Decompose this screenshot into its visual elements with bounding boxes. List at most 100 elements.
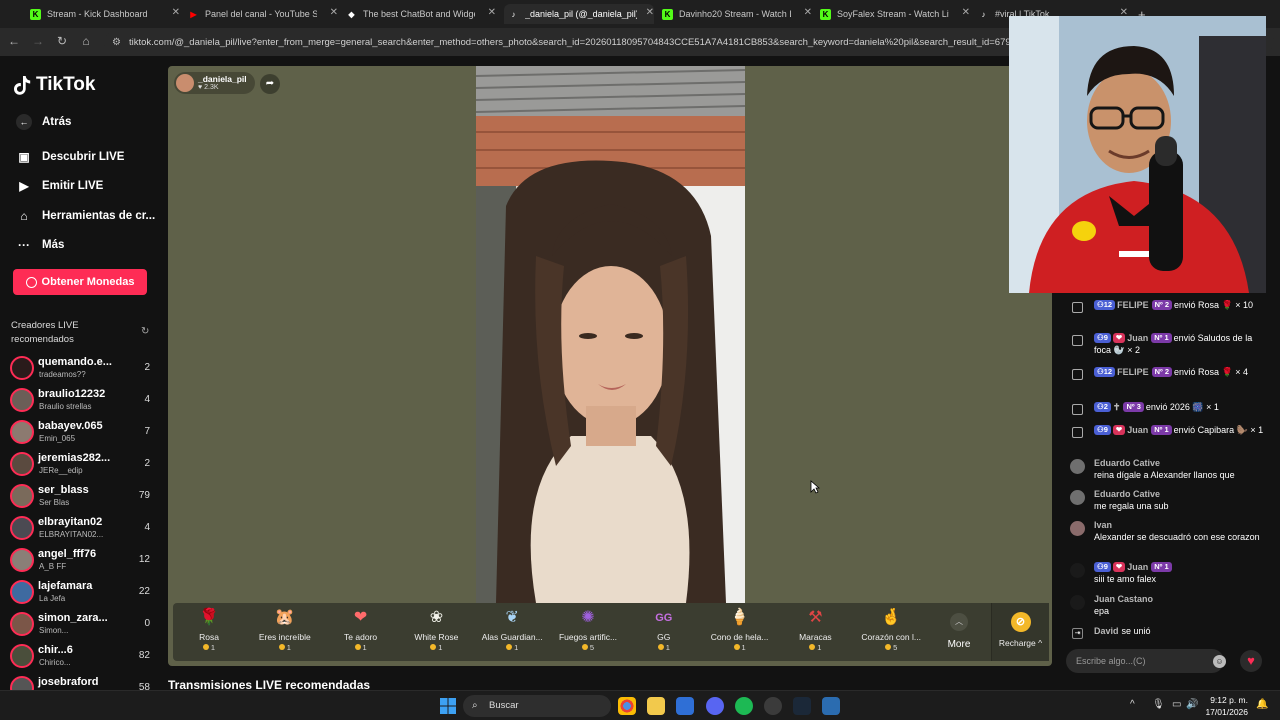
coin-icon (657, 644, 664, 650)
reload-icon[interactable]: ↻ (54, 34, 70, 48)
notifications-bell-icon[interactable]: 🔔 (1256, 699, 1268, 710)
chat-username[interactable]: Eduardo Cative (1094, 458, 1160, 468)
more-gifts-button[interactable]: ︿ More (941, 613, 977, 650)
refresh-icon[interactable]: ↻ (141, 326, 149, 337)
chat-username[interactable]: Eduardo Cative (1094, 489, 1160, 499)
gift-item[interactable]: ❤ Te adoro 1 (323, 607, 399, 652)
recommended-creator[interactable]: lajefamara La Jefa 22 (8, 578, 156, 608)
recommended-creator[interactable]: angel_fff76 A_B FF 12 (8, 546, 156, 576)
close-tab-icon[interactable]: ✕ (330, 7, 338, 18)
close-tab-icon[interactable]: ✕ (804, 7, 812, 18)
browser-tab[interactable]: ▶ Panel del canal - YouTube Studio ✕ (188, 4, 338, 24)
tiktok-logo[interactable]: TikTok (14, 74, 95, 96)
chrome-icon[interactable] (618, 697, 636, 715)
microphone-icon[interactable]: 🎙 (1152, 699, 1165, 710)
browser-tab[interactable]: K Stream - Kick Dashboard ✕ (30, 4, 180, 24)
gift-item[interactable]: ❦ Alas Guardian... 1 (474, 607, 550, 652)
gift-price: 1 (777, 643, 853, 652)
creator-stream-title: La Jefa (39, 594, 66, 603)
browser-tab[interactable]: ◆ The best ChatBot and Widgets ✕ (346, 4, 496, 24)
tiktok-icon: ♪ (981, 9, 986, 19)
gift-item[interactable]: 🤞 Corazón con l... 5 (853, 607, 929, 652)
gift-price: 1 (398, 643, 474, 652)
back-arrow-icon[interactable]: ← (6, 34, 22, 48)
kick-icon: K (30, 8, 41, 20)
recommended-creator[interactable]: simon_zara... Simon... 0 (8, 610, 156, 640)
live-video[interactable] (476, 66, 745, 603)
creator-viewer-count: 0 (144, 618, 150, 629)
recommended-creator[interactable]: jeremias282... JERe__edip 2 (8, 450, 156, 480)
gift-price: 1 (702, 643, 778, 652)
sidebar-nav-item[interactable]: ▶ Emitir LIVE (16, 179, 103, 193)
sidebar-nav-item[interactable]: ··· Más (16, 238, 64, 252)
chat-username[interactable]: ✝ (1113, 402, 1121, 412)
file-explorer-icon[interactable] (647, 697, 665, 715)
recommended-creator[interactable]: elbrayitan02 ELBRAYITAN02... 4 (8, 514, 156, 544)
chat-username[interactable]: FELIPE (1117, 367, 1149, 377)
chat-username[interactable]: Juan Castano (1094, 594, 1153, 604)
close-tab-icon[interactable]: ✕ (646, 7, 654, 18)
windows-start-icon[interactable] (440, 698, 456, 714)
taskbar-clock[interactable]: 9:12 p. m. 17/01/2026 (1196, 694, 1248, 718)
wings-icon: ❦ (505, 609, 519, 626)
heart-like-icon[interactable]: ♥ (1240, 650, 1262, 672)
recommended-creator[interactable]: josebraford 58 (8, 674, 156, 690)
forward-arrow-icon[interactable]: → (30, 34, 46, 48)
sidebar-nav-item[interactable]: ▣ Descubrir LIVE (16, 150, 124, 164)
home-icon[interactable]: ⌂ (78, 34, 94, 48)
gift-name: Cono de hela... (710, 632, 769, 642)
chat-input[interactable]: Escribe algo...(C) (1066, 649, 1224, 673)
gift-name: White Rose (414, 632, 459, 642)
chat-username[interactable]: Juan (1127, 333, 1148, 343)
taskbar-search-box[interactable]: ⌕ Buscar (463, 695, 611, 717)
coin-icon (506, 644, 513, 650)
app-shield-icon[interactable] (822, 697, 840, 715)
gift-item[interactable]: 🌹 Rosa 1 (171, 607, 247, 652)
level-badge: ⚇12 (1094, 367, 1116, 377)
emoji-icon[interactable]: ☺ (1213, 655, 1226, 668)
chat-username[interactable]: David (1094, 626, 1119, 636)
steam-icon[interactable] (793, 697, 811, 715)
spotify-icon[interactable] (735, 697, 753, 715)
chat-username[interactable]: Ivan (1094, 520, 1112, 530)
chat-username[interactable]: Juan (1127, 562, 1148, 572)
sidebar-nav-item[interactable]: ⌂ Herramientas de cr... (16, 209, 155, 223)
github-desktop-icon[interactable] (764, 697, 782, 715)
recommended-creator[interactable]: chir...6 Chirico... 82 (8, 642, 156, 672)
microsoft-store-icon[interactable] (676, 697, 694, 715)
close-tab-icon[interactable]: ✕ (962, 7, 970, 18)
gift-item[interactable]: ⚒ Maracas 1 (777, 607, 853, 652)
recommended-creator[interactable]: quemando.e... tradeamos?? 2 (8, 354, 156, 384)
share-icon[interactable]: ➦ (260, 74, 280, 94)
chat-username[interactable]: Juan (1127, 425, 1148, 435)
creator-viewer-count: 82 (138, 650, 150, 661)
recommended-creator[interactable]: ser_blass Ser Blas 79 (8, 482, 156, 512)
site-settings-icon[interactable]: ⚙ (112, 37, 121, 48)
live-stream-panel: _daniela_pil ♥ 2.3K ➦ 🌹 Rosa 1 🐹 Eres increí… (168, 66, 1052, 666)
discord-icon[interactable] (706, 697, 724, 715)
recommended-creator[interactable]: braulio12232 Braulio strellas 4 (8, 386, 156, 416)
back-link[interactable]: ← Atrás (16, 114, 71, 130)
browser-tab[interactable]: K Davinho20 Stream - Watch Live ✕ (662, 4, 812, 24)
gift-item[interactable]: 🐹 Eres increíble 1 (247, 607, 323, 652)
browser-tab[interactable]: K SoyFalex Stream - Watch Live o ✕ (820, 4, 970, 24)
host-name: _daniela_pil (198, 74, 247, 84)
network-icon[interactable]: ▭ (1172, 699, 1181, 710)
close-tab-icon[interactable]: ✕ (488, 7, 496, 18)
creator-name: ser_blass (38, 484, 89, 496)
heart-sweater-icon: ❤ (353, 609, 368, 626)
gift-item[interactable]: 🍦 Cono de hela... 1 (702, 607, 778, 652)
level-badge: ⚇9 (1094, 562, 1111, 572)
chevron-up-icon[interactable]: ^ (1130, 699, 1135, 710)
gift-item[interactable]: GG GG 1 (626, 607, 702, 652)
chat-username[interactable]: FELIPE (1117, 300, 1149, 310)
recommended-creator[interactable]: babayev.065 Emin_065 7 (8, 418, 156, 448)
host-profile-chip[interactable]: _daniela_pil ♥ 2.3K (174, 72, 255, 94)
gift-item[interactable]: ❀ White Rose 1 (398, 607, 474, 652)
gift-item[interactable]: ✺ Fuegos artific... 5 (550, 607, 626, 652)
browser-tab[interactable]: ♪ _daniela_pil (@_daniela_pil) ✕ (504, 4, 654, 24)
recharge-button[interactable]: ⊘ Recharge ^ (991, 603, 1049, 661)
get-coins-button[interactable]: Obtener Monedas (13, 269, 147, 295)
close-tab-icon[interactable]: ✕ (172, 7, 180, 18)
creator-name: elbrayitan02 (38, 516, 103, 528)
